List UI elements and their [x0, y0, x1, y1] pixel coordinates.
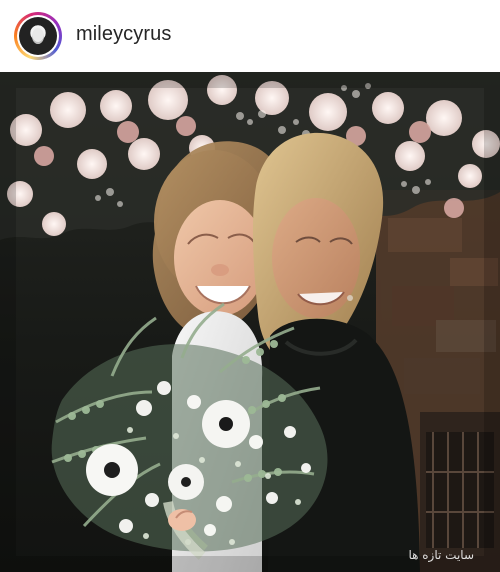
avatar[interactable]	[17, 15, 59, 57]
avatar-image	[19, 17, 57, 55]
post-photo: سایت تازه ها	[0, 72, 500, 572]
avatar-face	[32, 28, 44, 44]
story-ring[interactable]	[14, 12, 62, 60]
photo-scene	[0, 72, 500, 572]
watermark: سایت تازه ها	[408, 548, 474, 562]
post-header: mileycyrus	[0, 0, 500, 72]
instagram-post: mileycyrus سایت تازه ها	[0, 0, 500, 572]
username-link[interactable]: mileycyrus	[76, 22, 171, 46]
